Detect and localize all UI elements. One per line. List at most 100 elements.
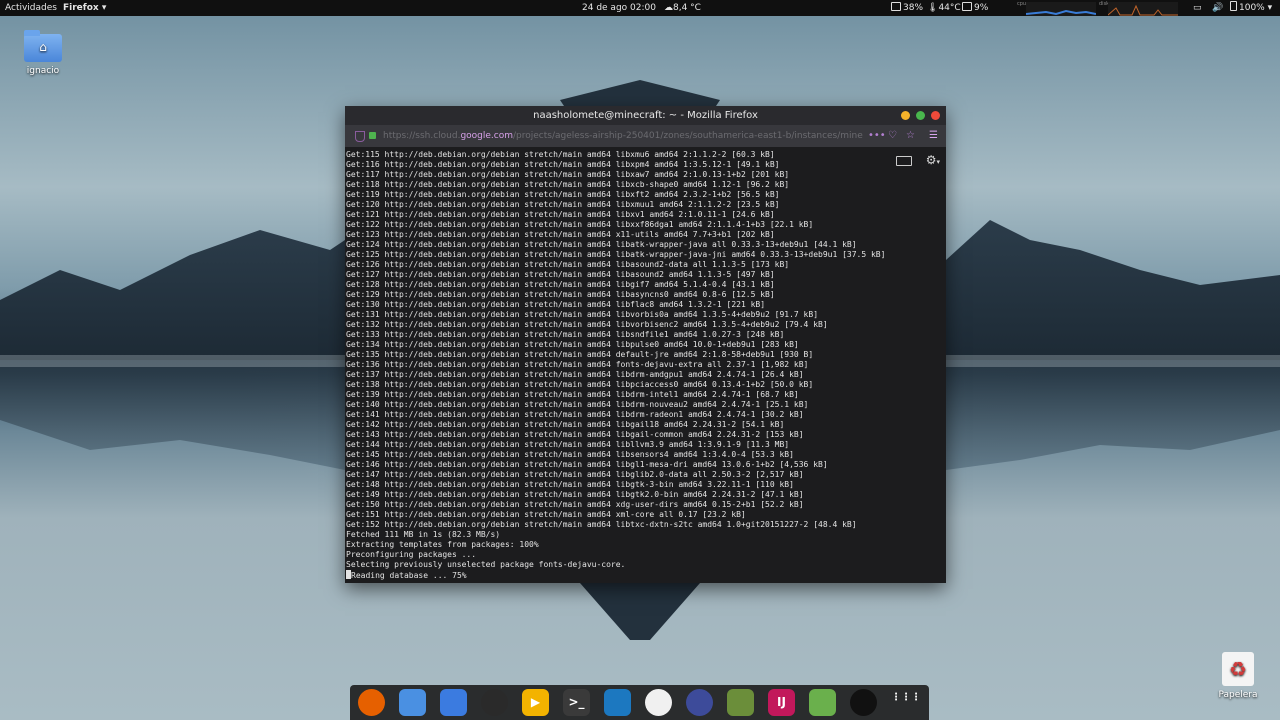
obs-icon[interactable]	[850, 689, 877, 716]
firefox-icon[interactable]	[358, 689, 385, 716]
terminal-line: Selecting previously unselected package …	[346, 560, 626, 569]
intellij-icon[interactable]: IJ	[768, 689, 795, 716]
hamburger-menu-icon[interactable]: ☰	[929, 125, 938, 147]
terminal-line: Get:148 http://deb.debian.org/debian str…	[346, 480, 794, 489]
power-menu[interactable]: 100% ▾	[1230, 0, 1272, 16]
cpu-indicator[interactable]: 9%	[962, 0, 988, 16]
terminal-line: Get:140 http://deb.debian.org/debian str…	[346, 400, 809, 409]
terminal-line: Get:150 http://deb.debian.org/debian str…	[346, 500, 804, 509]
vscode-icon[interactable]	[604, 689, 631, 716]
terminal-line: Get:139 http://deb.debian.org/debian str…	[346, 390, 799, 399]
terminal-line: Get:120 http://deb.debian.org/debian str…	[346, 200, 780, 209]
gitkraken-icon[interactable]	[481, 689, 508, 716]
files-icon[interactable]	[399, 689, 426, 716]
terminal-line: Get:141 http://deb.debian.org/debian str…	[346, 410, 804, 419]
cpu-label: 9%	[974, 3, 989, 13]
chevron-down-icon: ▾	[101, 3, 107, 13]
address-bar[interactable]: https://ssh.cloud.google.com/projects/ag…	[345, 125, 946, 147]
top-panel: Actividades Firefox ▾ 24 de ago 02:00 ☁8…	[0, 0, 1280, 16]
keyboard-icon[interactable]	[896, 156, 912, 166]
terminal-line: Get:115 http://deb.debian.org/debian str…	[346, 150, 775, 159]
minecraft-icon[interactable]	[727, 689, 754, 716]
trash-icon: ♻	[1222, 652, 1254, 686]
disk-graph[interactable]	[1108, 2, 1178, 16]
terminal-line: Get:131 http://deb.debian.org/debian str…	[346, 310, 819, 319]
gear-icon[interactable]: ⚙	[926, 153, 937, 167]
cpu-icon	[962, 2, 972, 11]
lock-icon[interactable]	[369, 132, 376, 139]
virtualbox-icon[interactable]	[645, 689, 672, 716]
dock: ▶ >_ IJ ⋮⋮⋮	[350, 685, 929, 720]
chevron-down-icon[interactable]: ▾	[936, 158, 940, 166]
desktop-trash[interactable]: ♻ Papelera	[1208, 652, 1268, 700]
terminal-line: Get:151 http://deb.debian.org/debian str…	[346, 510, 746, 519]
terminal-line: Extracting templates from packages: 100%	[346, 540, 539, 549]
window-titlebar[interactable]: naasholomete@minecraft: ~ - Mozilla Fire…	[345, 106, 946, 125]
minimize-button[interactable]	[901, 111, 910, 120]
terminal-toolbar: ⚙▾	[896, 153, 940, 167]
terminal-line: Get:137 http://deb.debian.org/debian str…	[346, 370, 804, 379]
video-player-icon[interactable]: ▶	[522, 689, 549, 716]
cpu-graph[interactable]	[1026, 2, 1096, 16]
terminal-line: Get:143 http://deb.debian.org/debian str…	[346, 430, 804, 439]
terminal-prompt-line: Reading database ... 75%	[346, 570, 946, 581]
terminal-line: Get:147 http://deb.debian.org/debian str…	[346, 470, 804, 479]
terminal-line: Fetched 111 MB in 1s (82.3 MB/s)	[346, 530, 501, 539]
terminal-line: Get:136 http://deb.debian.org/debian str…	[346, 360, 809, 369]
terminal-line: Get:118 http://deb.debian.org/debian str…	[346, 180, 790, 189]
terminal-line: Get:128 http://deb.debian.org/debian str…	[346, 280, 775, 289]
store-icon[interactable]	[440, 689, 467, 716]
battery-status-label: 100%	[1239, 3, 1265, 13]
close-button[interactable]	[931, 111, 940, 120]
app-menu-button[interactable]: Firefox ▾	[63, 0, 106, 16]
battery-indicator[interactable]: 38%	[891, 0, 923, 16]
android-studio-icon[interactable]	[809, 689, 836, 716]
cloud-icon: ☁	[664, 3, 673, 13]
terminal-line: Get:126 http://deb.debian.org/debian str…	[346, 260, 790, 269]
app-menu-label: Firefox	[63, 3, 99, 13]
terminal-line: Get:132 http://deb.debian.org/debian str…	[346, 320, 828, 329]
activities-button[interactable]: Actividades	[5, 0, 57, 16]
terminal-line: Get:121 http://deb.debian.org/debian str…	[346, 210, 775, 219]
terminal-line: Get:134 http://deb.debian.org/debian str…	[346, 340, 799, 349]
url-prefix: https://ssh.cloud.	[383, 131, 461, 141]
terminal-line: Get:123 http://deb.debian.org/debian str…	[346, 230, 775, 239]
tracking-shield-icon[interactable]	[355, 131, 365, 142]
terminal-line: Get:146 http://deb.debian.org/debian str…	[346, 460, 828, 469]
terminal-line: Get:152 http://deb.debian.org/debian str…	[346, 520, 857, 529]
home-folder-label: ignacio	[26, 66, 60, 76]
cpu-graph-label: cpu	[1017, 1, 1027, 7]
battery-status-icon	[1230, 1, 1237, 11]
volume-icon[interactable]: 🔊	[1212, 0, 1223, 16]
clock[interactable]: 24 de ago 02:00	[582, 0, 656, 16]
url-text[interactable]: https://ssh.cloud.google.com/projects/ag…	[383, 125, 863, 147]
terminal-line: Get:149 http://deb.debian.org/debian str…	[346, 490, 804, 499]
terminal-line: Get:125 http://deb.debian.org/debian str…	[346, 250, 886, 259]
ssh-terminal[interactable]: Get:115 http://deb.debian.org/debian str…	[345, 147, 946, 583]
temperature-indicator[interactable]: 🌡44°C	[927, 0, 961, 16]
terminal-line: Get:138 http://deb.debian.org/debian str…	[346, 380, 814, 389]
weather-label: 8,4 °C	[673, 3, 701, 13]
page-actions-icon[interactable]: •••	[868, 125, 886, 147]
monitor-icon[interactable]	[686, 689, 713, 716]
terminal-line: Get:117 http://deb.debian.org/debian str…	[346, 170, 790, 179]
terminal-icon[interactable]: >_	[563, 689, 590, 716]
weather-indicator[interactable]: ☁8,4 °C	[664, 0, 701, 16]
battery-icon	[891, 2, 901, 11]
screen-icon[interactable]: ▭	[1193, 0, 1202, 16]
thermometer-icon: 🌡	[927, 3, 939, 13]
url-path: /projects/ageless-airship-250401/zones/s…	[513, 131, 863, 141]
terminal-line: Get:133 http://deb.debian.org/debian str…	[346, 330, 785, 339]
firefox-window[interactable]: naasholomete@minecraft: ~ - Mozilla Fire…	[345, 106, 946, 583]
terminal-output: Get:115 http://deb.debian.org/debian str…	[346, 150, 946, 570]
battery-label: 38%	[903, 3, 924, 13]
desktop-home-folder[interactable]: ⌂ ignacio	[13, 30, 73, 76]
terminal-line: Get:144 http://deb.debian.org/debian str…	[346, 440, 790, 449]
terminal-line: Get:130 http://deb.debian.org/debian str…	[346, 300, 766, 309]
maximize-button[interactable]	[916, 111, 925, 120]
terminal-line: Get:145 http://deb.debian.org/debian str…	[346, 450, 794, 459]
app-grid-icon[interactable]: ⋮⋮⋮	[891, 689, 921, 716]
bookmark-star-icon[interactable]: ☆	[906, 125, 915, 147]
terminal-line: Get:124 http://deb.debian.org/debian str…	[346, 240, 857, 249]
pocket-icon[interactable]: ♡	[888, 125, 897, 147]
